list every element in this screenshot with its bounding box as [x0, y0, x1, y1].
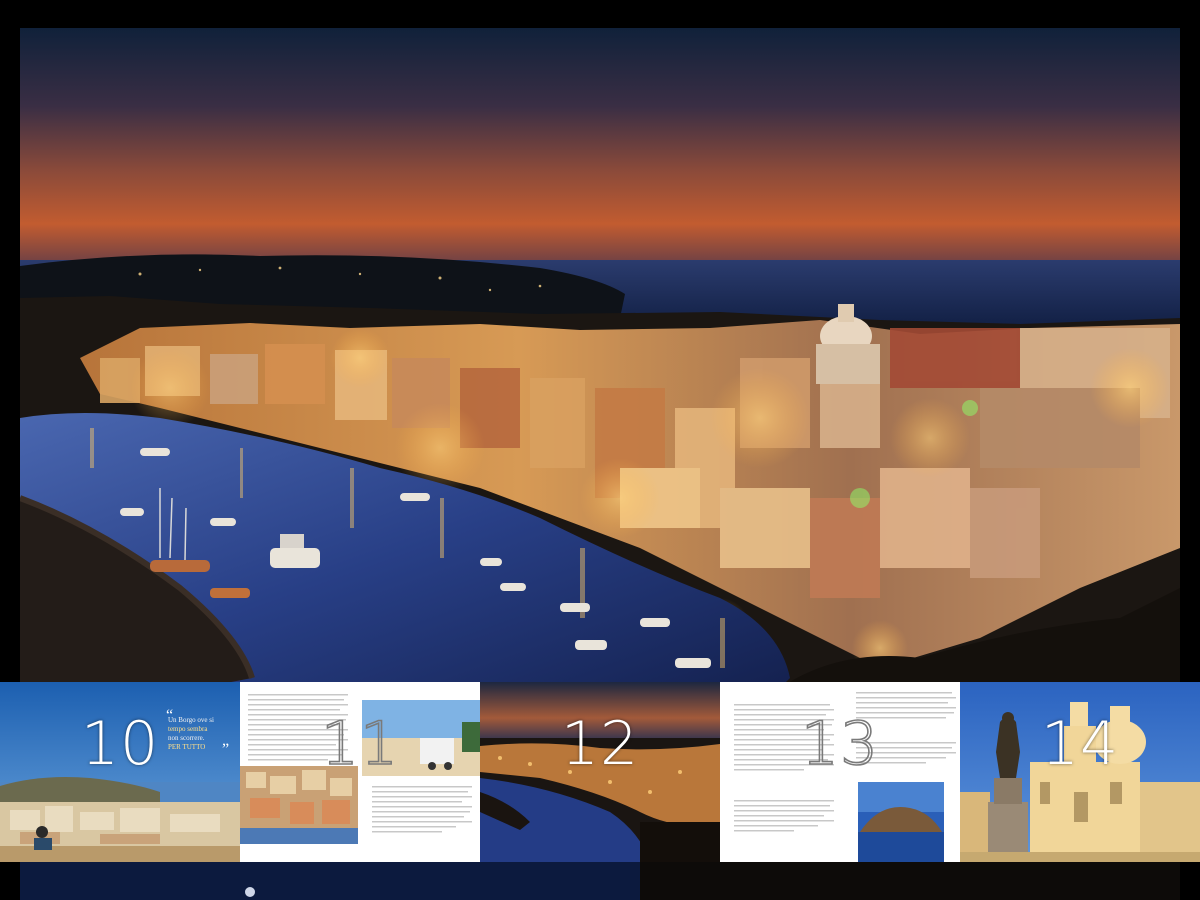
- page-thumbnail-11[interactable]: 11: [240, 682, 480, 862]
- quote-close-icon: ”: [222, 741, 230, 758]
- magazine-viewer: 10 “ Un Borgo ove si tempo sembra non sc…: [0, 0, 1200, 900]
- page-number-11: 11: [320, 709, 400, 779]
- page-number-13: 13: [800, 709, 880, 779]
- page-thumbnail-strip: 10 “ Un Borgo ove si tempo sembra non sc…: [0, 682, 1200, 862]
- page-thumbnail-10[interactable]: 10 “ Un Borgo ove si tempo sembra non sc…: [0, 682, 240, 862]
- page-number-12: 12: [560, 709, 640, 779]
- quote-line-1: Un Borgo ove si: [168, 716, 214, 724]
- page-thumbnail-14[interactable]: 14: [960, 682, 1200, 862]
- page-thumbnail-12[interactable]: 12: [480, 682, 720, 862]
- quote-line-2: tempo sembra: [168, 725, 208, 733]
- page-number-14: 14: [1040, 709, 1120, 779]
- page-thumbnail-13[interactable]: 13: [720, 682, 960, 862]
